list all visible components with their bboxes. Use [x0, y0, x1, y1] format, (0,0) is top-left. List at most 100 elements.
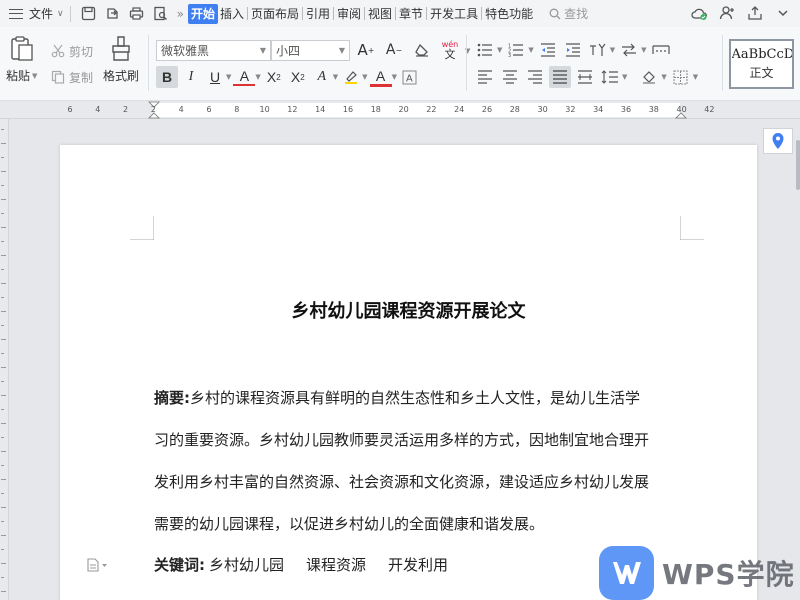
more-options-icon[interactable] [774, 4, 792, 22]
distributed-align-icon[interactable] [574, 66, 596, 88]
ruler-tick-mark [1, 143, 6, 144]
chevron-down-icon[interactable]: ▼ [693, 73, 698, 81]
format-painter-label: 格式刷 [103, 69, 140, 83]
align-center-icon[interactable] [499, 66, 521, 88]
copy-button[interactable]: 复制 [50, 67, 93, 87]
tab-review[interactable]: 审阅 [335, 4, 363, 24]
ruler-tick-mark [1, 367, 6, 368]
ruler-tick-label: 4 [178, 105, 184, 114]
vertical-ruler[interactable] [0, 119, 9, 600]
chevron-down-icon[interactable]: ▼ [226, 73, 231, 81]
format-painter-button[interactable]: 格式刷 [103, 35, 139, 84]
watermark-text: WPS学院 [662, 558, 795, 591]
tab-leader-icon[interactable] [650, 39, 672, 61]
tab-insert[interactable]: 插入 [218, 4, 246, 24]
ruler-tick-mark [1, 325, 4, 326]
chevron-down-icon[interactable]: ▼ [255, 73, 260, 81]
ruler-tick-mark [1, 451, 6, 452]
text-direction-icon[interactable] [618, 39, 640, 61]
subscript-button[interactable]: X2 [287, 66, 309, 88]
file-menu[interactable]: 文件 ∨ [0, 0, 64, 27]
justify-icon[interactable] [549, 66, 571, 88]
chevron-down-icon[interactable]: ▼ [641, 46, 646, 54]
cut-button[interactable]: 剪切 [50, 41, 93, 61]
print-preview-icon[interactable] [151, 4, 171, 24]
more-quick-access-icon[interactable]: » [177, 7, 184, 21]
font-color-button[interactable]: A [369, 68, 392, 87]
share-icon[interactable] [746, 4, 764, 22]
ruler-tick-mark [1, 185, 4, 186]
tab-developer[interactable]: 开发工具 [428, 4, 480, 24]
print-icon[interactable] [127, 4, 147, 24]
divider [481, 7, 483, 20]
divider [364, 7, 366, 20]
page-corner-mark [130, 216, 154, 240]
save-icon[interactable] [79, 4, 99, 24]
italic-button[interactable]: I [180, 66, 202, 88]
character-border-icon[interactable]: A [399, 66, 421, 88]
font-name-select[interactable]: 微软雅黑 ▼ [156, 40, 271, 61]
wps-academy-watermark: WPS学院 [599, 546, 795, 600]
borders-icon[interactable] [670, 66, 692, 88]
tab-special-features[interactable]: 特色功能 [483, 4, 535, 24]
collaborate-icon[interactable] [718, 4, 736, 22]
page-corner-mark [680, 216, 704, 240]
tab-references[interactable]: 引用 [304, 4, 332, 24]
chevron-down-icon: ∨ [57, 8, 64, 19]
style-normal[interactable]: AaBbCcDd 正文 [729, 39, 794, 89]
copy-label: 复制 [69, 70, 94, 85]
tab-home[interactable]: 开始 [187, 3, 218, 24]
text-effect-icon[interactable]: A [311, 66, 333, 88]
ruler-tick-label: 22 [426, 105, 437, 114]
bold-button[interactable]: B [156, 66, 178, 88]
align-right-icon[interactable] [524, 66, 546, 88]
paragraph-layout-icon[interactable] [86, 558, 108, 575]
export-icon[interactable] [103, 4, 123, 24]
increase-indent-icon[interactable] [562, 39, 584, 61]
document-page[interactable]: 乡村幼儿园课程资源开展论文 摘要:乡村的课程资源具有鲜明的自然生态性和乡土人文性… [60, 145, 757, 600]
line-spacing-icon[interactable] [599, 66, 621, 88]
ruler-tick-mark [1, 353, 4, 354]
chevron-down-icon[interactable]: ▼ [362, 73, 367, 81]
chinese-layout-icon[interactable] [587, 39, 609, 61]
decrease-indent-icon[interactable] [537, 39, 559, 61]
tab-page-layout[interactable]: 页面布局 [249, 4, 301, 24]
ruler-tick-mark [1, 591, 6, 592]
increase-font-size-icon[interactable]: A + [355, 39, 377, 61]
tab-section[interactable]: 章节 [397, 4, 425, 24]
horizontal-ruler[interactable]: 6 4 2 2 4 6 8 10 12 14 16 18 20 22 24 26 28 30 32 34 36 38 40 4… [0, 101, 800, 119]
highlight-icon[interactable] [340, 66, 362, 88]
chevron-down-icon: ▼ [259, 46, 266, 55]
vertical-scrollbar[interactable] [796, 140, 800, 190]
chevron-down-icon[interactable]: ▼ [333, 73, 338, 81]
chevron-down-icon[interactable]: ▼ [392, 73, 397, 81]
chevron-down-icon[interactable]: ▼ [497, 46, 502, 54]
divider [148, 35, 149, 91]
clear-formatting-icon[interactable] [411, 39, 433, 61]
cloud-sync-icon[interactable] [690, 4, 708, 22]
chevron-down-icon[interactable]: ▼ [661, 73, 666, 81]
superscript-button[interactable]: X2 [263, 66, 285, 88]
tab-view[interactable]: 视图 [366, 4, 394, 24]
svg-text:3: 3 [508, 53, 511, 57]
align-left-icon[interactable] [474, 66, 496, 88]
search-icon [549, 8, 561, 19]
underline-button[interactable]: U [204, 66, 226, 88]
strikethrough-button[interactable]: A [233, 68, 256, 86]
ruler-tick-mark [1, 241, 4, 242]
abstract-text: 乡村的课程资源具有鲜明的自然生态性和乡土人文性，是幼儿生活学 [190, 389, 641, 407]
font-size-select[interactable]: 小四 ▼ [271, 40, 350, 61]
chevron-down-icon[interactable]: ▼ [610, 46, 615, 54]
bullet-list-icon[interactable] [474, 39, 496, 61]
paste-button[interactable]: 粘贴 ▼ [6, 35, 37, 84]
decrease-font-size-icon[interactable]: A − [383, 39, 405, 61]
search-box[interactable]: 查找 [549, 5, 588, 22]
chevron-down-icon[interactable]: ▼ [528, 46, 533, 54]
ruler-tick-label: 36 [620, 105, 632, 114]
pinyin-guide-icon[interactable]: wén 文 [439, 39, 461, 61]
numbered-list-icon[interactable]: 123 [505, 39, 527, 61]
chevron-down-icon[interactable]: ▼ [622, 73, 627, 81]
shading-icon[interactable] [638, 66, 660, 88]
navigation-pane-button[interactable] [763, 128, 793, 154]
ruler-tick-mark [1, 339, 6, 340]
